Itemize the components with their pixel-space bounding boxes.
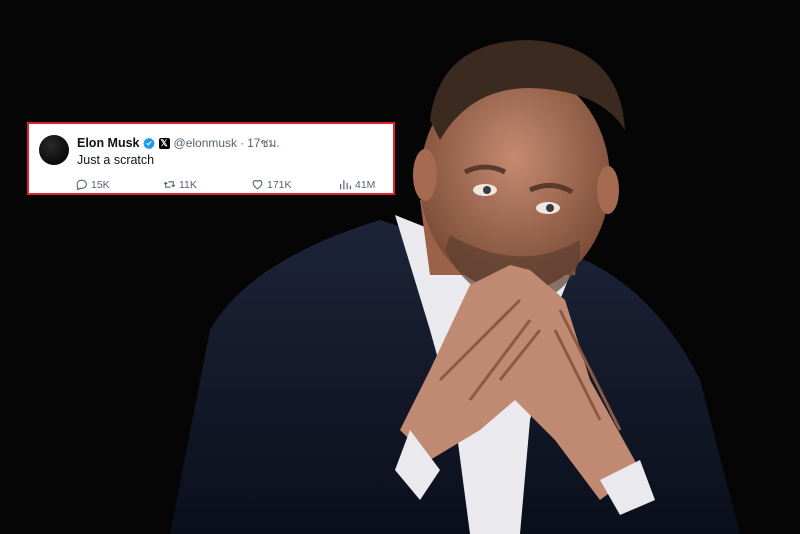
- news-image: Elon Musk 𝕏 @elonmusk · 17ชม. Just a scr…: [0, 0, 800, 534]
- tweet-actions: 15K 11K 171K 41M: [75, 178, 380, 192]
- repost-icon: [163, 181, 176, 188]
- tweet-header: Elon Musk 𝕏 @elonmusk · 17ชม.: [77, 135, 280, 151]
- like-count: 171K: [267, 178, 292, 191]
- tweet-time[interactable]: 17ชม.: [247, 134, 280, 153]
- repost-button[interactable]: 11K: [163, 178, 197, 191]
- separator-dot: ·: [240, 136, 245, 150]
- views-count: 41M: [355, 178, 376, 191]
- views-button[interactable]: 41M: [339, 178, 375, 191]
- author-handle[interactable]: @elonmusk: [174, 136, 238, 150]
- reply-count: 15K: [91, 178, 110, 191]
- avatar[interactable]: [39, 135, 69, 165]
- reply-icon: [76, 179, 87, 191]
- x-logo-icon: 𝕏: [158, 137, 170, 149]
- tweet-text: Just a scratch: [77, 153, 155, 167]
- repost-count: 11K: [179, 178, 197, 191]
- reply-button[interactable]: 15K: [75, 178, 110, 191]
- verified-badge-icon: [142, 137, 155, 149]
- tweet-card[interactable]: Elon Musk 𝕏 @elonmusk · 17ชม. Just a scr…: [27, 122, 395, 195]
- photo-man-in-suit: [170, 40, 740, 534]
- like-button[interactable]: 171K: [251, 178, 292, 191]
- views-bar-chart-icon: [340, 180, 351, 190]
- author-name[interactable]: Elon Musk: [77, 136, 140, 150]
- heart-icon: [252, 180, 263, 190]
